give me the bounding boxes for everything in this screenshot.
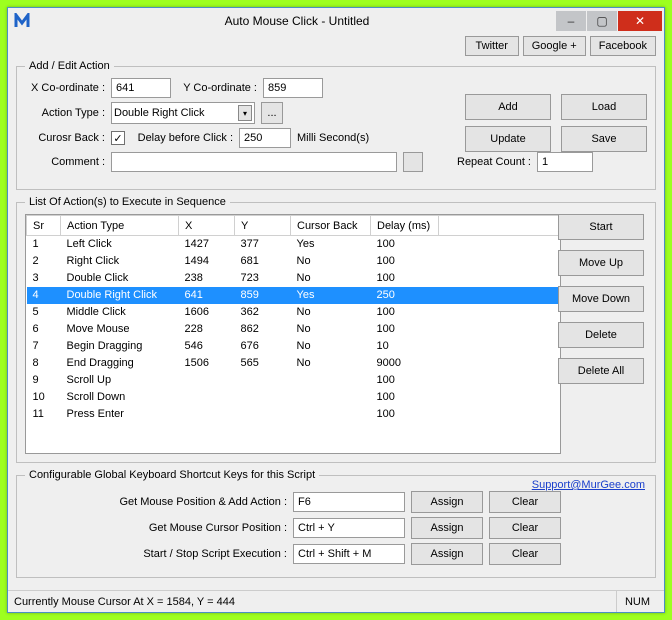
table-row[interactable]: 9Scroll Up100 xyxy=(27,372,560,389)
maximize-button[interactable]: ▢ xyxy=(587,11,617,31)
action-type-more-button[interactable]: ... xyxy=(261,102,283,124)
col-type[interactable]: Action Type xyxy=(61,216,179,236)
table-row[interactable]: 6Move Mouse228862No100 xyxy=(27,321,560,338)
move-down-button[interactable]: Move Down xyxy=(558,286,644,312)
move-up-button[interactable]: Move Up xyxy=(558,250,644,276)
action-type-label: Action Type : xyxy=(25,107,105,119)
comment-input[interactable] xyxy=(111,152,397,172)
y-coord-label: Y Co-ordinate : xyxy=(177,82,257,94)
repeat-count-input[interactable] xyxy=(537,152,593,172)
col-cursor[interactable]: Cursor Back xyxy=(291,216,371,236)
list-legend: List Of Action(s) to Execute in Sequence xyxy=(25,196,230,208)
table-row[interactable]: 11Press Enter100 xyxy=(27,406,560,423)
table-row[interactable]: 10Scroll Down100 xyxy=(27,389,560,406)
table-row[interactable]: 7Begin Dragging546676No10 xyxy=(27,338,560,355)
action-table[interactable]: Sr Action Type X Y Cursor Back Delay (ms… xyxy=(25,214,561,454)
update-button[interactable]: Update xyxy=(465,126,551,152)
app-logo-icon xyxy=(14,13,30,29)
hk-cursor-pos-clear[interactable]: Clear xyxy=(489,517,561,539)
hk-start-stop-input[interactable] xyxy=(293,544,405,564)
ms-label: Milli Second(s) xyxy=(297,132,369,144)
col-x[interactable]: X xyxy=(179,216,235,236)
save-button[interactable]: Save xyxy=(561,126,647,152)
delete-button[interactable]: Delete xyxy=(558,322,644,348)
chevron-down-icon: ▾ xyxy=(238,105,252,121)
col-spacer xyxy=(439,216,560,236)
delay-before-label: Delay before Click : xyxy=(131,132,233,144)
window-title: Auto Mouse Click - Untitled xyxy=(38,14,556,28)
twitter-button[interactable]: Twitter xyxy=(465,36,519,56)
table-row[interactable]: 4Double Right Click641859Yes250 xyxy=(27,287,560,304)
comment-label: Comment : xyxy=(25,156,105,168)
app-window: Auto Mouse Click - Untitled – ▢ ✕ Twitte… xyxy=(7,7,665,613)
hk-add-action-clear[interactable]: Clear xyxy=(489,491,561,513)
action-list-group: List Of Action(s) to Execute in Sequence… xyxy=(16,196,656,463)
hotkeys-legend: Configurable Global Keyboard Shortcut Ke… xyxy=(25,469,319,481)
hk-add-action-label: Get Mouse Position & Add Action : xyxy=(25,496,287,508)
hk-cursor-pos-assign[interactable]: Assign xyxy=(411,517,483,539)
hk-add-action-assign[interactable]: Assign xyxy=(411,491,483,513)
cursor-back-checkbox[interactable]: ✓ xyxy=(111,131,125,145)
facebook-button[interactable]: Facebook xyxy=(590,36,656,56)
repeat-count-label: Repeat Count : xyxy=(457,156,531,168)
add-edit-legend: Add / Edit Action xyxy=(25,60,114,72)
delay-input[interactable] xyxy=(239,128,291,148)
hk-cursor-pos-input[interactable] xyxy=(293,518,405,538)
hotkeys-group: Configurable Global Keyboard Shortcut Ke… xyxy=(16,469,656,578)
cursor-back-label: Curosr Back : xyxy=(25,132,105,144)
hk-start-stop-label: Start / Stop Script Execution : xyxy=(25,548,287,560)
google-plus-button[interactable]: Google + xyxy=(523,36,586,56)
add-edit-action-group: Add / Edit Action X Co-ordinate : Y Co-o… xyxy=(16,60,656,190)
start-button[interactable]: Start xyxy=(558,214,644,240)
table-row[interactable]: 5Middle Click1606362No100 xyxy=(27,304,560,321)
x-coord-label: X Co-ordinate : xyxy=(25,82,105,94)
action-type-value: Double Right Click xyxy=(114,107,204,119)
table-row[interactable]: 2Right Click1494681No100 xyxy=(27,253,560,270)
load-button[interactable]: Load xyxy=(561,94,647,120)
status-bar: Currently Mouse Cursor At X = 1584, Y = … xyxy=(8,590,664,612)
delete-all-button[interactable]: Delete All xyxy=(558,358,644,384)
action-type-select[interactable]: Double Right Click ▾ xyxy=(111,102,255,124)
hk-start-stop-clear[interactable]: Clear xyxy=(489,543,561,565)
table-row[interactable]: 1Left Click1427377Yes100 xyxy=(27,236,560,253)
add-button[interactable]: Add xyxy=(465,94,551,120)
table-row[interactable]: 8End Dragging1506565No9000 xyxy=(27,355,560,372)
y-coord-input[interactable] xyxy=(263,78,323,98)
x-coord-input[interactable] xyxy=(111,78,171,98)
status-cursor-pos: Currently Mouse Cursor At X = 1584, Y = … xyxy=(14,596,235,608)
col-delay[interactable]: Delay (ms) xyxy=(371,216,439,236)
col-y[interactable]: Y xyxy=(235,216,291,236)
table-row[interactable]: 3Double Click238723No100 xyxy=(27,270,560,287)
comment-more-button[interactable] xyxy=(403,152,423,172)
col-sr[interactable]: Sr xyxy=(27,216,61,236)
status-num: NUM xyxy=(616,591,658,612)
titlebar[interactable]: Auto Mouse Click - Untitled – ▢ ✕ xyxy=(8,8,664,34)
hk-cursor-pos-label: Get Mouse Cursor Position : xyxy=(25,522,287,534)
support-link[interactable]: Support@MurGee.com xyxy=(532,479,645,491)
minimize-button[interactable]: – xyxy=(556,11,586,31)
close-button[interactable]: ✕ xyxy=(618,11,662,31)
hk-add-action-input[interactable] xyxy=(293,492,405,512)
hk-start-stop-assign[interactable]: Assign xyxy=(411,543,483,565)
